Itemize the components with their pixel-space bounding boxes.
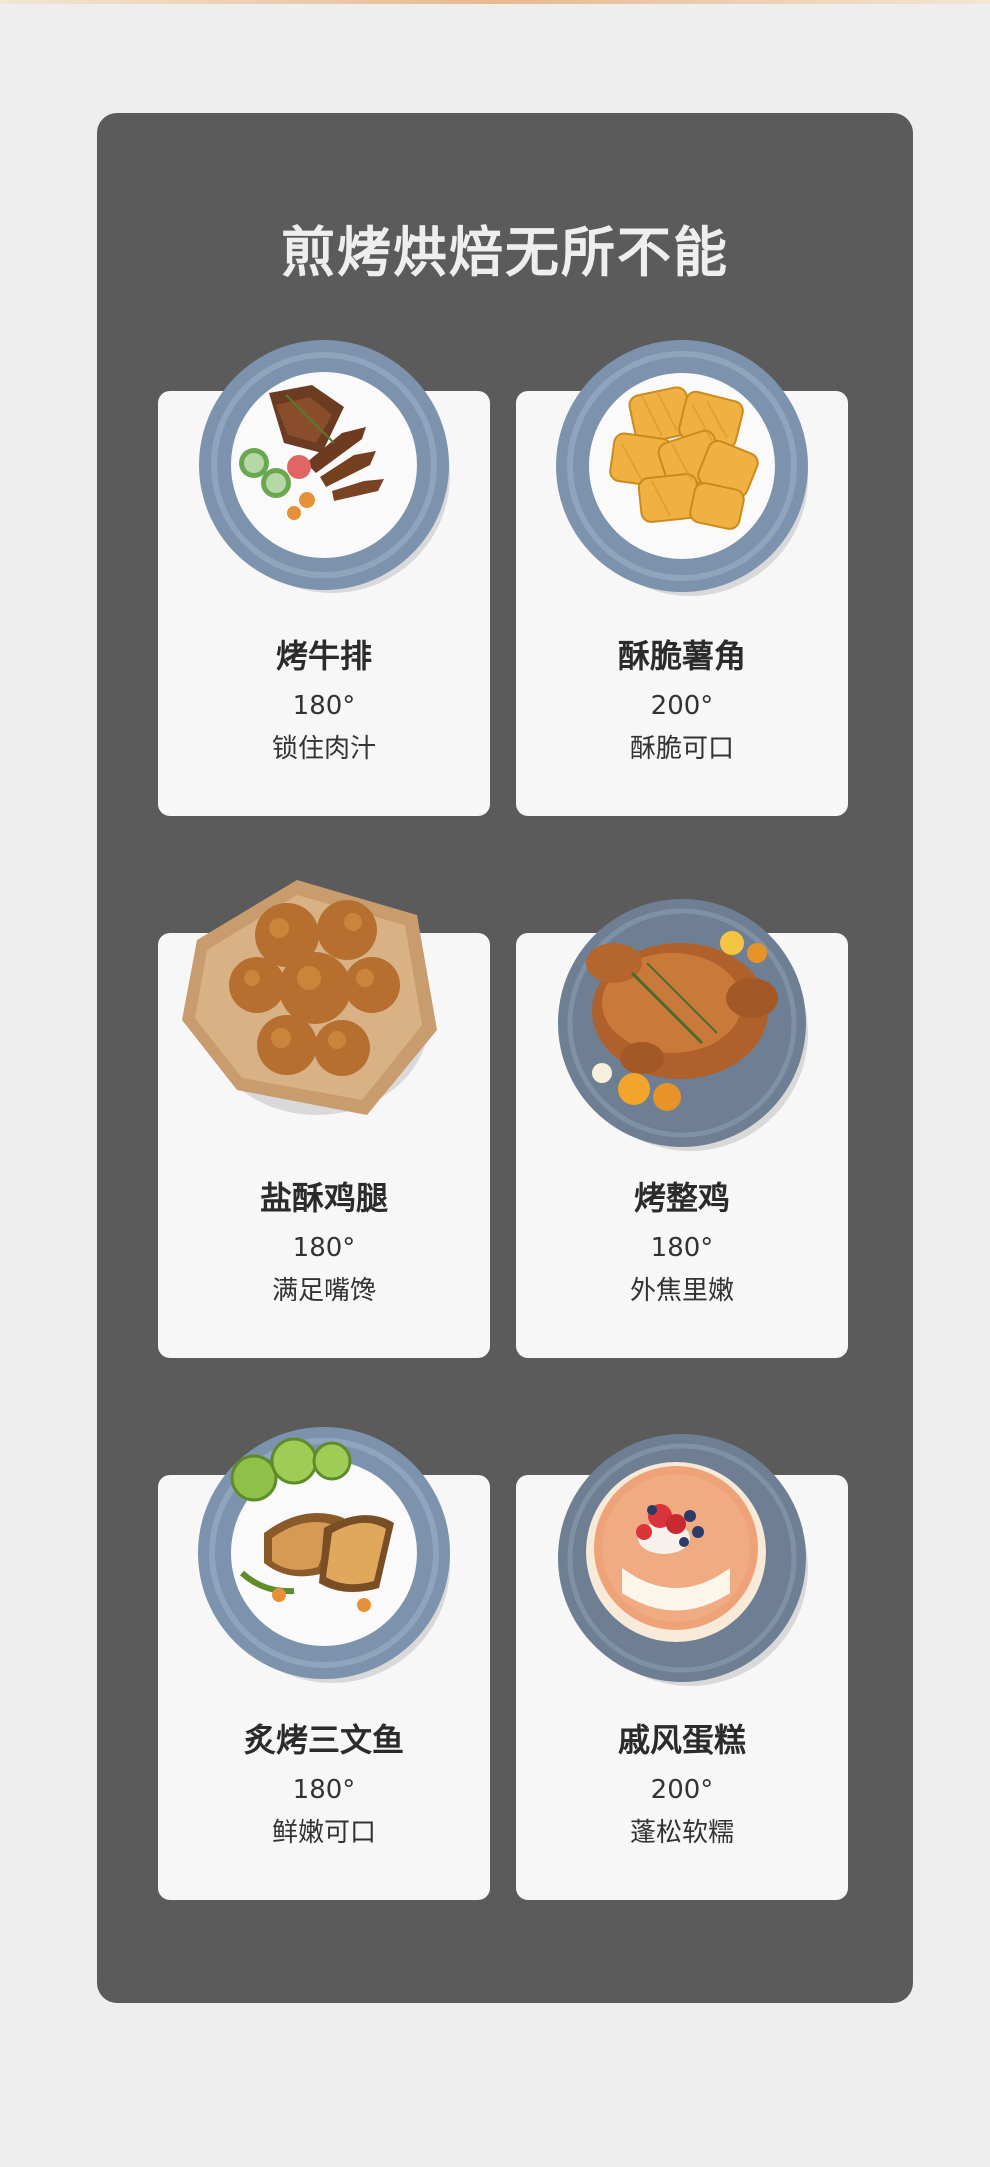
recipes-panel: 煎烤烘焙无所不能 烤牛排 180° 锁住肉汁 酥脆薯角 200° 酥脆可口 盐酥… xyxy=(97,113,913,2003)
dish-name: 炙烤三文鱼 xyxy=(243,1721,404,1759)
waffle-fries-plate-image xyxy=(552,336,812,596)
dish-name: 烤牛排 xyxy=(275,637,372,675)
steak-plate-image xyxy=(194,335,454,595)
panel-title: 煎烤烘焙无所不能 xyxy=(281,221,729,284)
roast-chicken-plate-image xyxy=(552,893,812,1153)
dish-temperature: 200° xyxy=(650,1775,714,1805)
chiffon-cake-plate-image xyxy=(552,1428,812,1688)
dish-temperature: 180° xyxy=(650,1233,714,1263)
dish-name: 酥脆薯角 xyxy=(617,637,746,675)
dish-temperature: 180° xyxy=(292,691,356,721)
top-accent-strip xyxy=(0,0,990,4)
dish-description: 锁住肉汁 xyxy=(271,734,376,764)
grilled-salmon-plate-image xyxy=(194,1423,454,1683)
dish-description: 鲜嫩可口 xyxy=(271,1818,376,1848)
dish-name: 盐酥鸡腿 xyxy=(259,1179,388,1217)
dish-description: 酥脆可口 xyxy=(629,734,734,764)
dish-temperature: 200° xyxy=(650,691,714,721)
dish-description: 蓬松软糯 xyxy=(629,1818,734,1848)
dish-description: 满足嘴馋 xyxy=(271,1276,376,1306)
dish-temperature: 180° xyxy=(292,1775,356,1805)
dish-name: 戚风蛋糕 xyxy=(617,1721,746,1759)
dish-description: 外焦里嫩 xyxy=(629,1276,734,1306)
fried-chicken-image xyxy=(177,870,437,1130)
dish-name: 烤整鸡 xyxy=(633,1179,730,1217)
dish-temperature: 180° xyxy=(292,1233,356,1263)
